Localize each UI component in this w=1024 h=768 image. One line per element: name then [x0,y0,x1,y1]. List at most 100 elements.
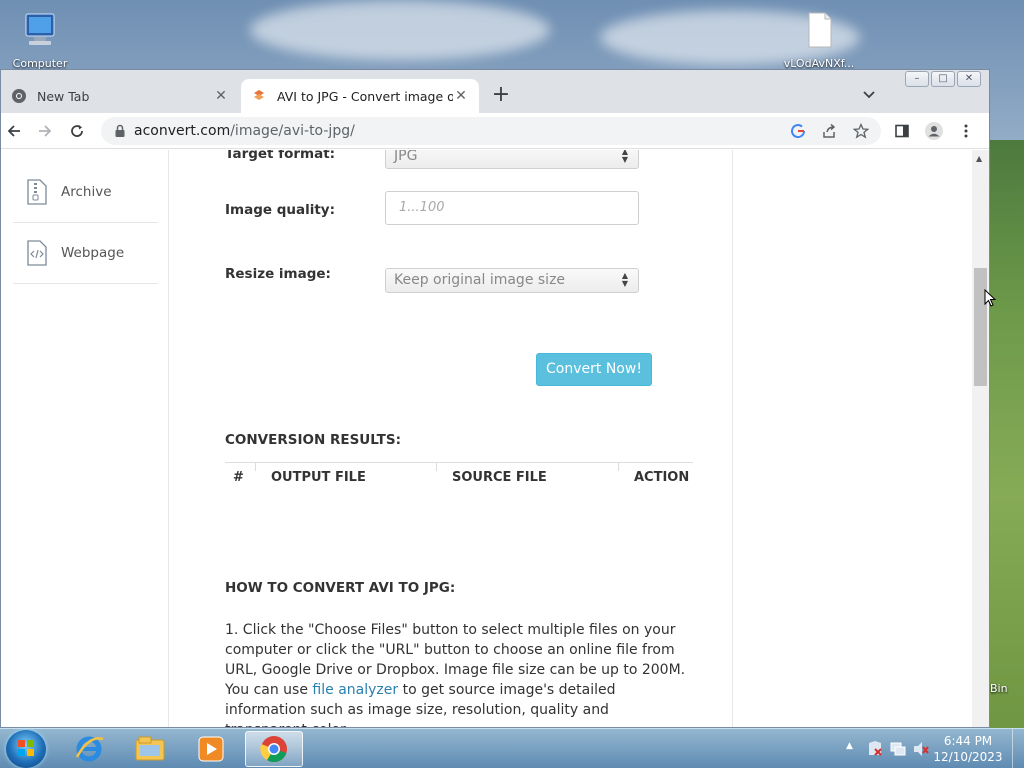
side-panel-button[interactable] [892,121,912,141]
main-content: Target format: JPG ▲ ▼ Image quality: 1..… [169,150,732,727]
taskbar-clock[interactable]: 6:44 PM 12/10/2023 [932,733,1004,765]
minimize-button[interactable]: – [905,71,929,87]
kebab-menu-icon [964,124,968,138]
archive-icon [27,179,47,205]
resize-image-label: Resize image: [225,266,331,282]
results-table: # OUTPUT FILE SOURCE FILE ACTION [225,462,693,485]
image-quality-label: Image quality: [225,202,336,218]
table-header-output-file: OUTPUT FILE [271,470,366,485]
new-tab-button[interactable]: + [489,84,513,108]
window-controls: – □ ✕ [905,71,981,87]
computer-icon [25,13,55,45]
taskbar-chrome[interactable] [245,731,303,767]
arrow-right-icon [39,125,52,137]
webpage-icon [27,240,47,266]
table-header-source-file: SOURCE FILE [452,470,547,485]
tab-strip: – □ ✕ New Tab ✕ AVI to JPG - Convert ima… [1,70,989,113]
sidebar-item-label: Archive [61,184,112,200]
taskbar: ▲ 6:44 PM 12/10/2023 [0,728,1024,768]
howto-paragraph: 1. Click the "Choose Files" button to se… [225,620,695,727]
scroll-up-arrow-icon[interactable]: ▲ [976,154,982,163]
tab-title: AVI to JPG - Convert image online [277,88,453,104]
share-icon[interactable] [821,123,837,139]
taskbar-explorer[interactable] [121,731,179,767]
sidebar-item-label: Webpage [61,245,125,261]
table-header-action: ACTION [634,470,690,485]
address-bar[interactable]: aconvert.com/image/avi-to-jpg/ [101,117,881,145]
star-icon[interactable] [853,123,869,139]
desktop-icon-file[interactable]: vLOdAvNXf... [779,10,859,70]
input-placeholder: 1...100 [399,200,445,215]
taskbar-internet-explorer[interactable] [60,731,118,767]
close-icon[interactable]: ✕ [453,88,469,104]
sidebar-item-webpage[interactable]: Webpage [13,223,158,284]
file-analyzer-link[interactable]: file analyzer [312,682,398,698]
tab-title: New Tab [37,88,90,104]
menu-button[interactable] [956,121,976,141]
url-text: aconvert.com/image/avi-to-jpg/ [134,123,355,139]
reload-icon [71,125,83,137]
sidebar-item-archive[interactable]: Archive [13,162,158,223]
chrome-icon [12,89,26,103]
lock-icon[interactable] [112,123,128,139]
conversion-results-title: CONVERSION RESULTS: [225,432,401,448]
close-icon[interactable]: ✕ [213,88,229,104]
browser-window: – □ ✕ New Tab ✕ AVI to JPG - Convert ima… [0,69,990,728]
aconvert-favicon-icon [254,90,264,100]
internet-explorer-icon [75,736,104,762]
howto-title: HOW TO CONVERT AVI TO JPG: [225,580,456,596]
target-format-select[interactable]: JPG ▲ ▼ [385,150,639,169]
reload-button[interactable] [67,121,87,141]
clock-date: 12/10/2023 [933,750,1003,764]
profile-button[interactable] [924,121,944,141]
cloud [250,0,550,60]
desktop-icon-computer[interactable]: Computer [0,10,80,70]
image-quality-input[interactable]: 1...100 [385,191,639,225]
back-button[interactable] [4,121,24,141]
forward-button[interactable] [35,121,55,141]
page-viewport: Archive Webpage Target format: JPG ▲ ▼ Im… [1,150,989,727]
close-window-button[interactable]: ✕ [957,71,981,87]
resize-image-select[interactable]: Keep original image size ▲ ▼ [385,268,639,293]
chrome-icon [260,736,287,763]
column-separator [436,463,437,471]
clock-time: 6:44 PM [943,734,993,748]
select-value: Keep original image size [394,272,566,288]
wallpaper-grass [990,140,1024,728]
page-scrollbar[interactable]: ▲ [972,150,989,727]
side-panel-icon [895,124,909,138]
maximize-button[interactable]: □ [931,71,955,87]
desktop-partial-label: Bin [990,682,1008,695]
column-separator [618,463,619,471]
convert-now-button[interactable]: Convert Now! [536,353,652,386]
chevron-down-icon[interactable] [861,86,877,102]
tab-avi-to-jpg[interactable]: AVI to JPG - Convert image online ✕ [241,79,479,113]
url-path: /image/avi-to-jpg/ [230,123,355,139]
select-value: JPG [394,150,418,164]
tab-new-tab[interactable]: New Tab ✕ [1,79,239,113]
column-separator [255,463,256,471]
avatar-icon [925,122,943,140]
left-sidebar: Archive Webpage [1,150,169,727]
show-desktop-button[interactable] [1012,729,1024,768]
right-column [732,150,972,727]
volume-muted-icon[interactable] [912,740,930,758]
tray-expand-icon[interactable]: ▲ [846,741,853,751]
folder-icon [135,736,165,761]
browser-toolbar: aconvert.com/image/avi-to-jpg/ [1,113,989,149]
arrow-left-icon [7,125,20,137]
start-button[interactable] [6,730,46,768]
url-host: aconvert.com [134,123,231,139]
target-format-label: Target format: [225,150,336,162]
select-arrows-icon: ▲ ▼ [621,150,628,164]
table-header-number: # [233,470,244,485]
taskbar-media-player[interactable] [182,731,240,767]
windows-logo-icon [18,740,34,756]
network-icon[interactable] [889,740,907,758]
media-player-icon [198,736,224,762]
action-center-icon[interactable] [866,740,884,758]
google-icon[interactable] [790,123,806,139]
mouse-cursor-icon [984,289,996,307]
scrollbar-thumb[interactable] [974,268,987,386]
select-arrows-icon: ▲ ▼ [621,271,628,288]
